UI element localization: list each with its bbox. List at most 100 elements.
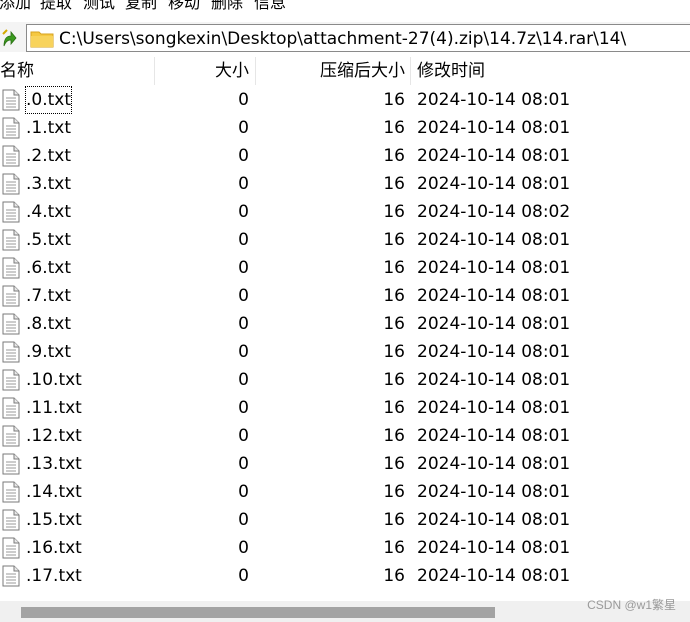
file-packed-size: 16	[383, 90, 405, 110]
text-file-icon	[2, 453, 20, 475]
text-file-icon	[2, 481, 20, 503]
file-modified: 2024-10-14 08:01	[417, 230, 571, 250]
text-file-icon	[2, 201, 20, 223]
file-name: .4.txt	[26, 202, 72, 222]
toolbar: 添加 提取 测试 复制 移动 删除 信息	[0, 0, 690, 14]
file-size: 0	[238, 146, 249, 166]
file-row[interactable]: .1.txt 0 16 2024-10-14 08:01	[0, 114, 690, 142]
text-file-icon	[2, 229, 20, 251]
address-bar: C:\Users\songkexin\Desktop\attachment-27…	[0, 22, 690, 52]
file-size: 0	[238, 286, 249, 306]
file-name: .17.txt	[26, 566, 82, 586]
column-size-header[interactable]: 大小	[155, 57, 249, 85]
file-name: .12.txt	[26, 426, 82, 446]
file-row[interactable]: .10.txt 0 16 2024-10-14 08:01	[0, 366, 690, 394]
file-name: .6.txt	[26, 258, 72, 278]
file-size: 0	[238, 174, 249, 194]
file-size: 0	[238, 510, 249, 530]
file-row[interactable]: .6.txt 0 16 2024-10-14 08:01	[0, 254, 690, 282]
file-modified: 2024-10-14 08:01	[417, 566, 571, 586]
file-packed-size: 16	[383, 202, 405, 222]
file-modified: 2024-10-14 08:01	[417, 174, 571, 194]
column-packed-size-header[interactable]: 压缩后大小	[255, 57, 405, 85]
file-row[interactable]: .9.txt 0 16 2024-10-14 08:01	[0, 338, 690, 366]
file-modified: 2024-10-14 08:01	[417, 510, 571, 530]
file-name: .7.txt	[26, 286, 72, 306]
file-name: .1.txt	[26, 118, 72, 138]
file-packed-size: 16	[383, 146, 405, 166]
file-name: .0.txt	[25, 86, 73, 114]
file-packed-size: 16	[383, 426, 405, 446]
text-file-icon	[2, 537, 20, 559]
text-file-icon	[2, 313, 20, 335]
file-row[interactable]: .11.txt 0 16 2024-10-14 08:01	[0, 394, 690, 422]
file-modified: 2024-10-14 08:01	[417, 118, 571, 138]
file-modified: 2024-10-14 08:01	[417, 342, 571, 362]
text-file-icon	[2, 173, 20, 195]
file-size: 0	[238, 90, 249, 110]
text-file-icon	[2, 89, 20, 111]
file-size: 0	[238, 370, 249, 390]
file-name: .5.txt	[26, 230, 72, 250]
file-row[interactable]: .2.txt 0 16 2024-10-14 08:01	[0, 142, 690, 170]
add-button[interactable]: 添加	[0, 0, 31, 13]
file-packed-size: 16	[383, 370, 405, 390]
file-row[interactable]: .0.txt 0 16 2024-10-14 08:01	[0, 86, 690, 114]
file-size: 0	[238, 398, 249, 418]
file-name: .11.txt	[26, 398, 82, 418]
file-modified: 2024-10-14 08:01	[417, 90, 571, 110]
file-row[interactable]: .17.txt 0 16 2024-10-14 08:01	[0, 562, 690, 590]
move-button[interactable]: 移动	[168, 0, 200, 13]
file-modified: 2024-10-14 08:01	[417, 538, 571, 558]
path-input[interactable]: C:\Users\songkexin\Desktop\attachment-27…	[26, 24, 690, 52]
text-file-icon	[2, 565, 20, 587]
file-row[interactable]: .15.txt 0 16 2024-10-14 08:01	[0, 506, 690, 534]
extract-button[interactable]: 提取	[40, 0, 72, 13]
file-row[interactable]: .16.txt 0 16 2024-10-14 08:01	[0, 534, 690, 562]
file-modified: 2024-10-14 08:01	[417, 286, 571, 306]
file-modified: 2024-10-14 08:01	[417, 398, 571, 418]
file-packed-size: 16	[383, 566, 405, 586]
file-name: .10.txt	[26, 370, 82, 390]
file-size: 0	[238, 426, 249, 446]
file-modified: 2024-10-14 08:01	[417, 258, 571, 278]
file-modified: 2024-10-14 08:01	[417, 370, 571, 390]
file-row[interactable]: .7.txt 0 16 2024-10-14 08:01	[0, 282, 690, 310]
file-row[interactable]: .5.txt 0 16 2024-10-14 08:01	[0, 226, 690, 254]
watermark: CSDN @w1繁星	[587, 598, 676, 612]
file-row[interactable]: .3.txt 0 16 2024-10-14 08:01	[0, 170, 690, 198]
file-size: 0	[238, 566, 249, 586]
text-file-icon	[2, 425, 20, 447]
test-button[interactable]: 测试	[83, 0, 115, 13]
file-packed-size: 16	[383, 230, 405, 250]
copy-button[interactable]: 复制	[125, 0, 157, 13]
file-row[interactable]: .12.txt 0 16 2024-10-14 08:01	[0, 422, 690, 450]
up-folder-button[interactable]	[0, 26, 18, 50]
column-modified-header[interactable]: 修改时间	[417, 57, 485, 85]
file-size: 0	[238, 314, 249, 334]
file-packed-size: 16	[383, 342, 405, 362]
file-row[interactable]: .14.txt 0 16 2024-10-14 08:01	[0, 478, 690, 506]
file-name: .14.txt	[26, 482, 82, 502]
info-button[interactable]: 信息	[254, 0, 286, 13]
file-row[interactable]: .8.txt 0 16 2024-10-14 08:01	[0, 310, 690, 338]
file-modified: 2024-10-14 08:01	[417, 454, 571, 474]
file-row[interactable]: .13.txt 0 16 2024-10-14 08:01	[0, 450, 690, 478]
column-name-header[interactable]: 名称	[0, 57, 34, 85]
file-packed-size: 16	[383, 510, 405, 530]
path-text: C:\Users\songkexin\Desktop\attachment-27…	[59, 29, 627, 49]
text-file-icon	[2, 341, 20, 363]
text-file-icon	[2, 509, 20, 531]
file-name: .9.txt	[26, 342, 72, 362]
scrollbar-thumb[interactable]	[21, 607, 495, 618]
file-size: 0	[238, 230, 249, 250]
delete-button[interactable]: 删除	[211, 0, 243, 13]
file-name: .3.txt	[26, 174, 72, 194]
file-name: .16.txt	[26, 538, 82, 558]
up-arrow-icon	[2, 29, 17, 47]
column-divider[interactable]	[410, 57, 411, 85]
file-row[interactable]: .4.txt 0 16 2024-10-14 08:02	[0, 198, 690, 226]
file-modified: 2024-10-14 08:01	[417, 314, 571, 334]
file-size: 0	[238, 202, 249, 222]
file-size: 0	[238, 454, 249, 474]
